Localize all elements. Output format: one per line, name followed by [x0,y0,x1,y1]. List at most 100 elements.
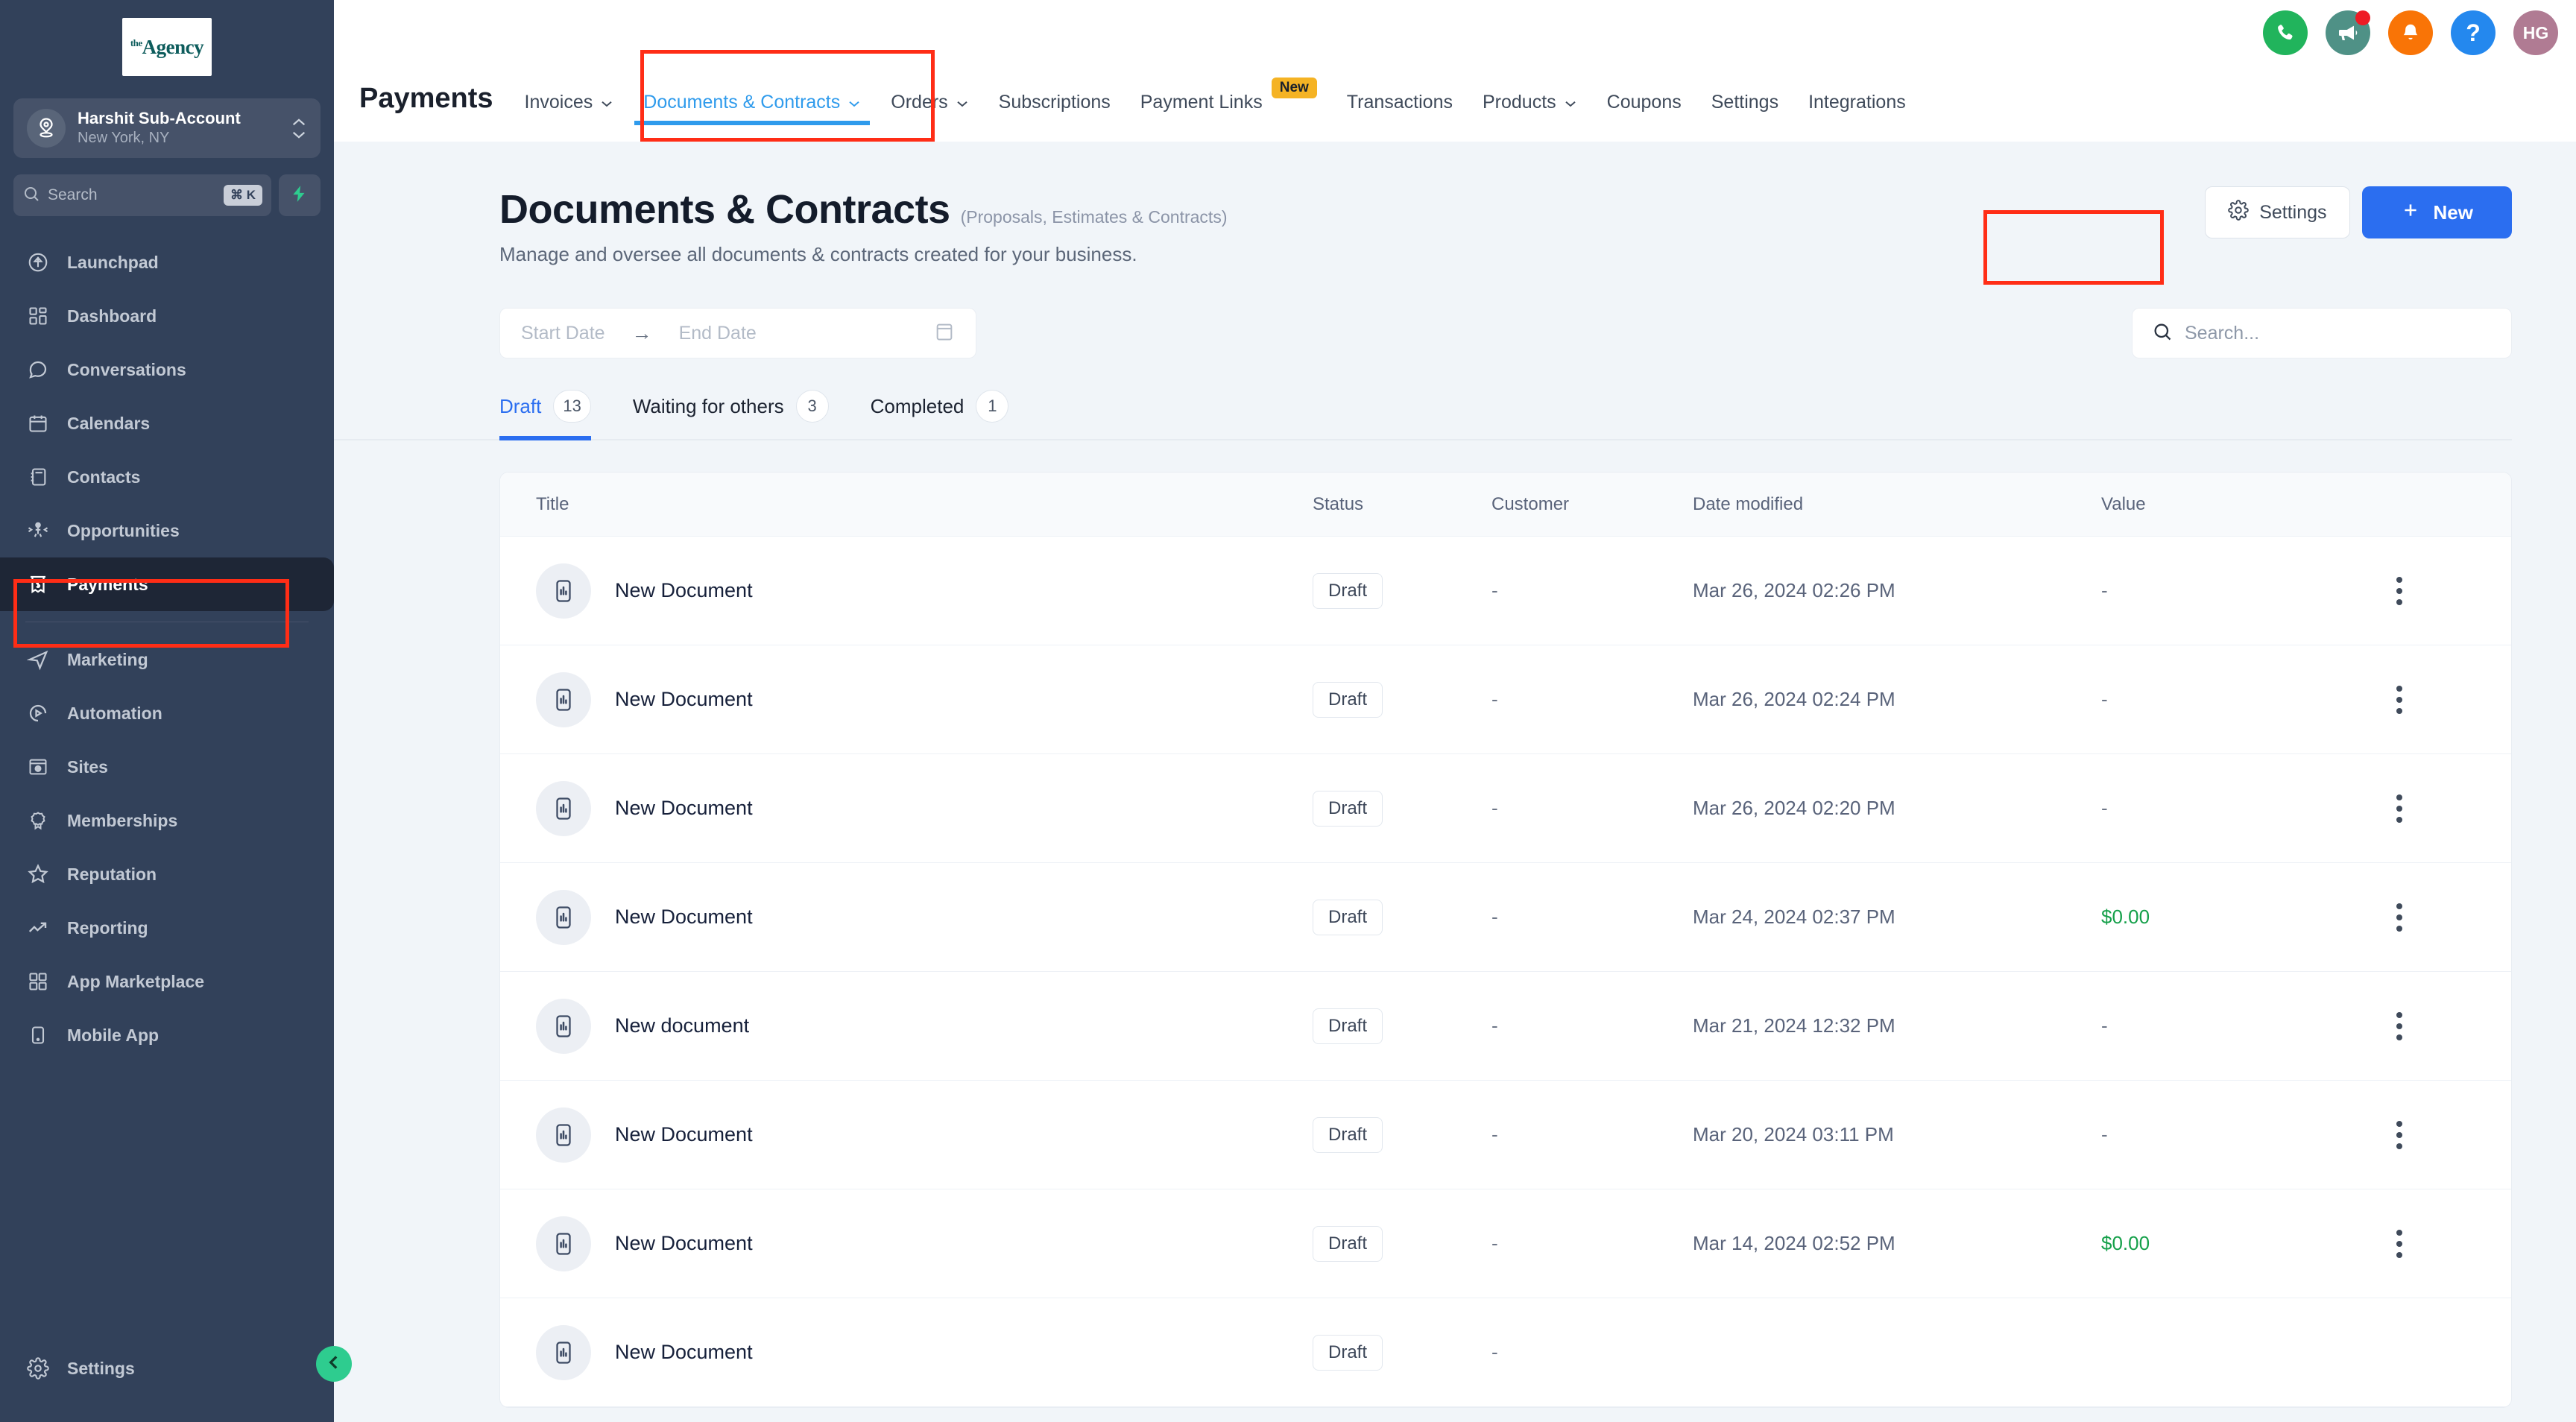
settings-button[interactable]: Settings [2205,186,2349,238]
sidebar-item-app-marketplace[interactable]: App Marketplace [0,955,334,1008]
document-chart-icon [536,1107,591,1163]
tab-label: Completed [871,395,965,418]
page-description: Manage and oversee all documents & contr… [499,243,2205,266]
calendar-icon [25,411,51,436]
search-icon [2152,321,2173,346]
tab-draft[interactable]: Draft 13 [499,390,612,439]
sidebar-item-payments[interactable]: Payments [0,557,334,611]
quick-actions-button[interactable] [279,174,321,216]
avatar[interactable]: HG [2513,10,2558,55]
chevron-updown-icon[interactable] [291,118,307,139]
sidebar-search-input[interactable]: Search ⌘ K [13,174,271,216]
avatar-initials: HG [2523,23,2549,43]
customer-value: - [1491,797,1498,819]
value-cell: $0.00 [2101,1232,2150,1254]
sidebar-item-reputation[interactable]: Reputation [0,847,334,901]
customer-value: - [1491,1232,1498,1254]
sidebar-item-settings[interactable]: Settings [0,1342,334,1395]
tab-coupons[interactable]: Coupons [1592,92,1696,136]
gear-icon [2228,200,2249,226]
kebab-menu-icon[interactable] [2396,903,2402,932]
sidebar-item-reporting[interactable]: Reporting [0,901,334,955]
phone-icon[interactable] [2263,10,2308,55]
sidebar-item-marketing[interactable]: Marketing [0,633,334,686]
bell-notification-icon[interactable] [2388,10,2433,55]
tab-payment-links[interactable]: Payment Links New [1126,92,1332,136]
column-header-customer: Customer [1491,494,1693,515]
tab-settings[interactable]: Settings [1696,92,1793,136]
account-switcher[interactable]: Harshit Sub-Account New York, NY [13,98,321,158]
sidebar-item-sites[interactable]: Sites [0,740,334,794]
end-date-input[interactable]: End Date [679,323,757,344]
header-icon-group: ? HG [2263,10,2558,55]
date-modified-value: Mar 24, 2024 02:37 PM [1693,906,1895,928]
document-chart-icon [536,563,591,619]
tab-products[interactable]: Products [1468,92,1592,136]
kebab-menu-icon[interactable] [2396,686,2402,714]
grid-dashboard-icon [25,303,51,329]
calendar-icon[interactable] [934,321,955,346]
tab-invoices[interactable]: Invoices [510,92,629,136]
logo-name: Agency [142,36,203,58]
kebab-menu-icon[interactable] [2396,1121,2402,1149]
lightning-bolt-icon [290,184,309,207]
sidebar-item-dashboard[interactable]: Dashboard [0,289,334,343]
sidebar-item-opportunities[interactable]: Opportunities [0,504,334,557]
sidebar-item-launchpad[interactable]: Launchpad [0,236,334,289]
sidebar-item-memberships[interactable]: Memberships [0,794,334,847]
tab-documents-and-contracts[interactable]: Documents & Contracts [628,92,876,136]
date-range-picker[interactable]: Start Date → End Date [499,308,976,358]
sidebar-item-calendars[interactable]: Calendars [0,396,334,450]
sidebar-item-label: Payments [67,575,148,595]
kebab-menu-icon[interactable] [2396,1230,2402,1258]
search-input[interactable]: Search... [2132,308,2512,358]
tab-integrations[interactable]: Integrations [1793,92,1921,136]
tab-label: Coupons [1607,92,1682,113]
tab-waiting-for-others[interactable]: Waiting for others 3 [633,390,850,439]
status-badge: Draft [1313,1117,1383,1153]
sidebar-collapse-button[interactable] [316,1346,352,1382]
tab-completed[interactable]: Completed 1 [871,390,1030,439]
value-cell: $0.00 [2101,906,2150,928]
date-modified-value: Mar 14, 2024 02:52 PM [1693,1232,1895,1254]
date-modified-value: Mar 20, 2024 03:11 PM [1693,1123,1894,1146]
document-title: New Document [615,579,753,602]
table-row[interactable]: New DocumentDraft-Mar 26, 2024 02:20 PM- [500,754,2511,863]
kebab-menu-icon[interactable] [2396,1012,2402,1040]
tab-subscriptions[interactable]: Subscriptions [984,92,1126,136]
sidebar-item-contacts[interactable]: Contacts [0,450,334,504]
table-row[interactable]: New DocumentDraft-Mar 20, 2024 03:11 PM- [500,1081,2511,1189]
table-row[interactable]: New DocumentDraft-Mar 14, 2024 02:52 PM$… [500,1189,2511,1298]
page-header: Documents & Contracts (Proposals, Estima… [334,142,2576,266]
table-row[interactable]: New DocumentDraft- [500,1298,2511,1407]
table-row[interactable]: New documentDraft-Mar 21, 2024 12:32 PM- [500,972,2511,1081]
sidebar-item-automation[interactable]: Automation [0,686,334,740]
tab-transactions[interactable]: Transactions [1332,92,1468,136]
account-location: New York, NY [78,129,279,148]
document-chart-icon [536,672,591,727]
table-row[interactable]: New DocumentDraft-Mar 24, 2024 02:37 PM$… [500,863,2511,972]
sidebar-item-label: App Marketplace [67,972,204,992]
document-chart-icon [536,890,591,945]
plus-icon [2401,200,2420,225]
tab-orders[interactable]: Orders [876,92,983,136]
sidebar-item-label: Settings [67,1359,135,1379]
kebab-menu-icon[interactable] [2396,794,2402,823]
kebab-menu-icon[interactable] [2396,577,2402,605]
sidebar-item-label: Reputation [67,865,157,885]
sidebar-item-conversations[interactable]: Conversations [0,343,334,396]
help-question-icon[interactable]: ? [2451,10,2496,55]
main-area: ? HG Payments Invoices Documents & Contr… [334,0,2576,1422]
status-badge: Draft [1313,791,1383,827]
chat-bubble-icon [25,357,51,382]
table-row[interactable]: New DocumentDraft-Mar 26, 2024 02:26 PM- [500,537,2511,645]
megaphone-icon[interactable] [2326,10,2370,55]
new-button[interactable]: New [2362,186,2512,238]
document-title: New Document [615,797,753,820]
sidebar-item-mobile-app[interactable]: Mobile App [0,1008,334,1062]
sidebar-search-placeholder: Search [48,186,216,204]
start-date-input[interactable]: Start Date [521,323,605,344]
table-row[interactable]: New DocumentDraft-Mar 26, 2024 02:24 PM- [500,645,2511,754]
chevron-down-icon [600,92,613,113]
sidebar-item-label: Sites [67,757,108,777]
